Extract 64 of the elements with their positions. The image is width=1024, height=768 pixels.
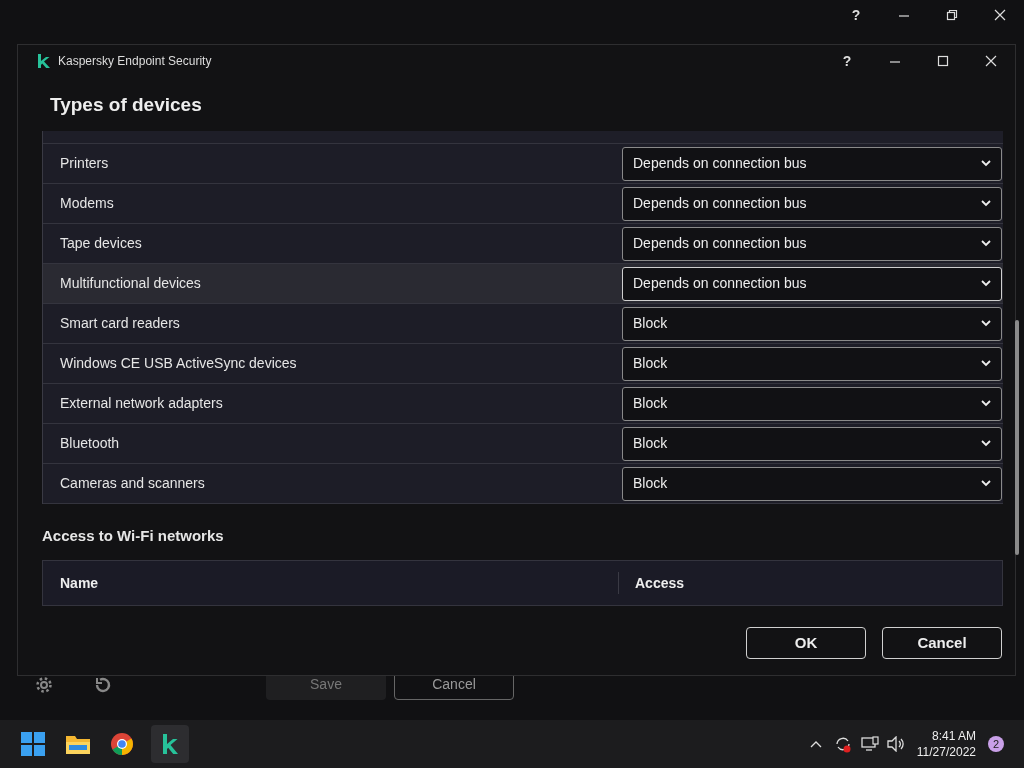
device-name: External network adapters xyxy=(60,394,224,413)
refresh-icon xyxy=(94,676,112,694)
scrollbar-thumb[interactable] xyxy=(1015,320,1019,555)
table-row[interactable]: Bluetooth Block xyxy=(43,424,1003,464)
settings-icon xyxy=(35,676,53,694)
device-name: Tape devices xyxy=(60,234,143,253)
cancel-button[interactable]: Cancel xyxy=(882,627,1002,659)
access-dropdown[interactable]: Block xyxy=(622,346,1002,381)
maximize-icon xyxy=(937,55,949,67)
device-name: Printers xyxy=(60,154,110,173)
chevron-down-icon xyxy=(981,360,991,367)
dialog-heading: Types of devices xyxy=(50,93,203,115)
chrome-icon[interactable] xyxy=(110,732,134,756)
table-row[interactable]: Multifunctional devices Depends on connection bus xyxy=(43,264,1003,304)
taskbar-app-button[interactable] xyxy=(151,725,189,763)
section-heading: Access to Wi-Fi networks xyxy=(42,526,225,543)
access-dropdown[interactable]: Depends on connection bus xyxy=(622,146,1002,181)
access-dropdown[interactable]: Block xyxy=(622,386,1002,421)
kaspersky-logo-icon xyxy=(161,733,179,755)
chevron-up-icon[interactable] xyxy=(809,740,822,748)
chevron-down-icon xyxy=(981,320,991,327)
access-dropdown[interactable]: Block xyxy=(622,466,1002,501)
table-row[interactable]: Tape devices Depends on connection bus xyxy=(43,224,1003,264)
chevron-down-icon xyxy=(981,240,991,247)
chevron-down-icon xyxy=(981,480,991,487)
close-icon xyxy=(985,55,997,67)
table-row[interactable]: Modems Depends on connection bus xyxy=(43,184,1003,224)
device-name: Windows CE USB ActiveSync devices xyxy=(60,354,298,373)
help-button[interactable]: ? xyxy=(823,45,871,77)
windows-start-icon[interactable] xyxy=(21,732,45,756)
chevron-down-icon xyxy=(981,400,991,407)
close-icon xyxy=(994,9,1006,21)
column-header[interactable]: Access xyxy=(635,572,685,594)
chevron-down-icon xyxy=(981,200,991,207)
table-row[interactable]: Printers Depends on connection bus xyxy=(43,144,1003,184)
column-header[interactable]: Name xyxy=(60,572,99,594)
access-dropdown[interactable]: Block xyxy=(622,426,1002,461)
device-name: Multifunctional devices xyxy=(60,274,202,293)
device-name: Bluetooth xyxy=(60,434,121,453)
restore-icon xyxy=(946,9,958,21)
device-name: Cameras and scanners xyxy=(60,474,206,493)
sync-icon[interactable] xyxy=(833,735,852,753)
table-row[interactable]: Cameras and scanners Block xyxy=(43,464,1003,504)
table-row[interactable]: Smart card readers Block xyxy=(43,304,1003,344)
folder-icon[interactable] xyxy=(65,733,91,755)
chevron-down-icon xyxy=(981,440,991,447)
access-dropdown[interactable]: Depends on connection bus xyxy=(622,186,1002,221)
device-name: Modems xyxy=(60,194,115,213)
access-dropdown[interactable]: Depends on connection bus xyxy=(622,266,1002,301)
table-row[interactable]: External network adapters Block xyxy=(43,384,1003,424)
access-dropdown[interactable]: Depends on connection bus xyxy=(622,226,1002,261)
chevron-down-icon xyxy=(981,160,991,167)
device-name: Smart card readers xyxy=(60,314,181,333)
ok-button[interactable]: OK xyxy=(746,627,866,659)
volume-icon[interactable] xyxy=(886,736,905,752)
kaspersky-logo-icon xyxy=(36,53,50,69)
network-icon[interactable] xyxy=(860,736,879,752)
chevron-down-icon xyxy=(981,280,991,287)
notification-badge[interactable]: 2 xyxy=(988,736,1004,752)
access-dropdown[interactable]: Block xyxy=(622,306,1002,341)
help-button[interactable]: ? xyxy=(832,0,880,30)
table-row[interactable]: Windows CE USB ActiveSync devices Block xyxy=(43,344,1003,384)
window-title: Kaspersky Endpoint Security xyxy=(58,53,212,70)
clock[interactable]: 8:41 AM 11/27/2022 xyxy=(916,728,976,760)
